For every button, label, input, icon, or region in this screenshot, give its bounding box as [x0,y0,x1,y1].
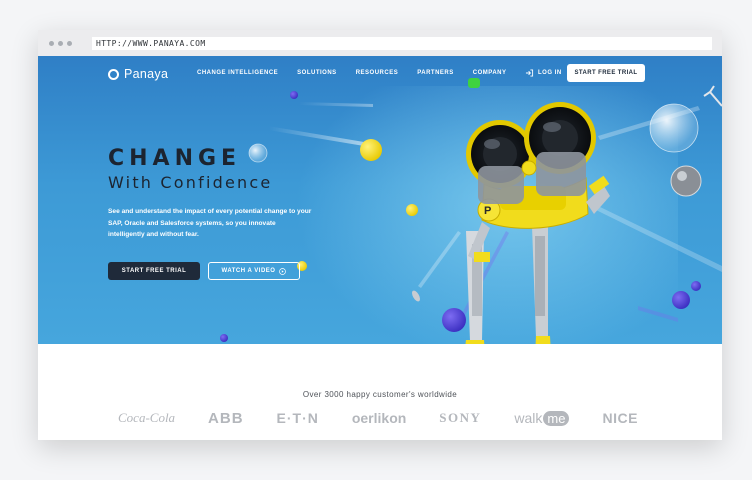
window-dot[interactable] [67,41,72,46]
menu-item-resources[interactable]: RESOURCES [356,70,399,76]
hero-section: P Panaya CHANGE INTELLIGENCE SOLUTIONS R… [38,56,722,344]
abb-logo: ABB [208,409,244,427]
start-free-trial-button[interactable]: START FREE TRIAL [108,262,200,280]
window-dot[interactable] [58,41,63,46]
address-bar[interactable]: HTTP://WWW.PANAYA.COM [92,37,712,50]
window-dot[interactable] [49,41,54,46]
coca-cola-logo: Coca-Cola [118,410,176,425]
customer-logos: Coca-Cola ABB E·T·N oerlikon SONY walk m… [118,408,638,428]
nice-logo: NICE [602,410,638,426]
menu-item-change-intelligence[interactable]: CHANGE INTELLIGENCE [197,70,278,76]
svg-text:P: P [484,205,491,217]
watch-video-label: WATCH A VIDEO [221,268,276,274]
eaton-logo: E·T·N [276,410,319,426]
sony-logo: SONY [439,410,482,425]
walkme-logo-walk: walk [514,410,543,426]
hero-description: See and understand the impact of every p… [108,208,312,238]
login-arrow-icon [525,69,534,77]
logo-ring-icon [108,68,119,80]
walkme-logo-me: me [543,410,570,426]
hero-headline: CHANGE [108,146,242,171]
login-label: LOG IN [538,70,562,76]
hero-illustration: P [220,78,722,344]
panaya-logo[interactable]: Panaya [108,67,168,81]
watch-video-button[interactable]: WATCH A VIDEO [208,262,300,280]
start-free-trial-nav-button[interactable]: START FREE TRIAL [567,64,645,82]
main-menu: CHANGE INTELLIGENCE SOLUTIONS RESOURCES … [197,70,526,76]
hero-subheadline: With Confidence [108,173,273,192]
logo-text: Panaya [124,67,169,81]
customers-tagline: Over 3000 happy customer's worldwide [302,390,458,399]
browser-window: HTTP://WWW.PANAYA.COM P Panaya CHANGE IN… [38,30,722,440]
binocular-robot: P [465,78,610,344]
menu-item-partners[interactable]: PARTNERS [417,70,454,76]
window-controls[interactable] [49,41,72,46]
menu-item-company[interactable]: COMPANY [473,70,507,76]
login-link[interactable]: LOG IN [525,69,562,77]
play-circle-icon [279,267,287,275]
top-navigation: Panaya CHANGE INTELLIGENCE SOLUTIONS RES… [38,56,722,92]
menu-item-solutions[interactable]: SOLUTIONS [297,70,337,76]
walkme-logo: walk me [514,410,570,426]
browser-chrome: HTTP://WWW.PANAYA.COM [38,30,722,56]
oerlikon-logo: oerlikon [351,410,407,426]
